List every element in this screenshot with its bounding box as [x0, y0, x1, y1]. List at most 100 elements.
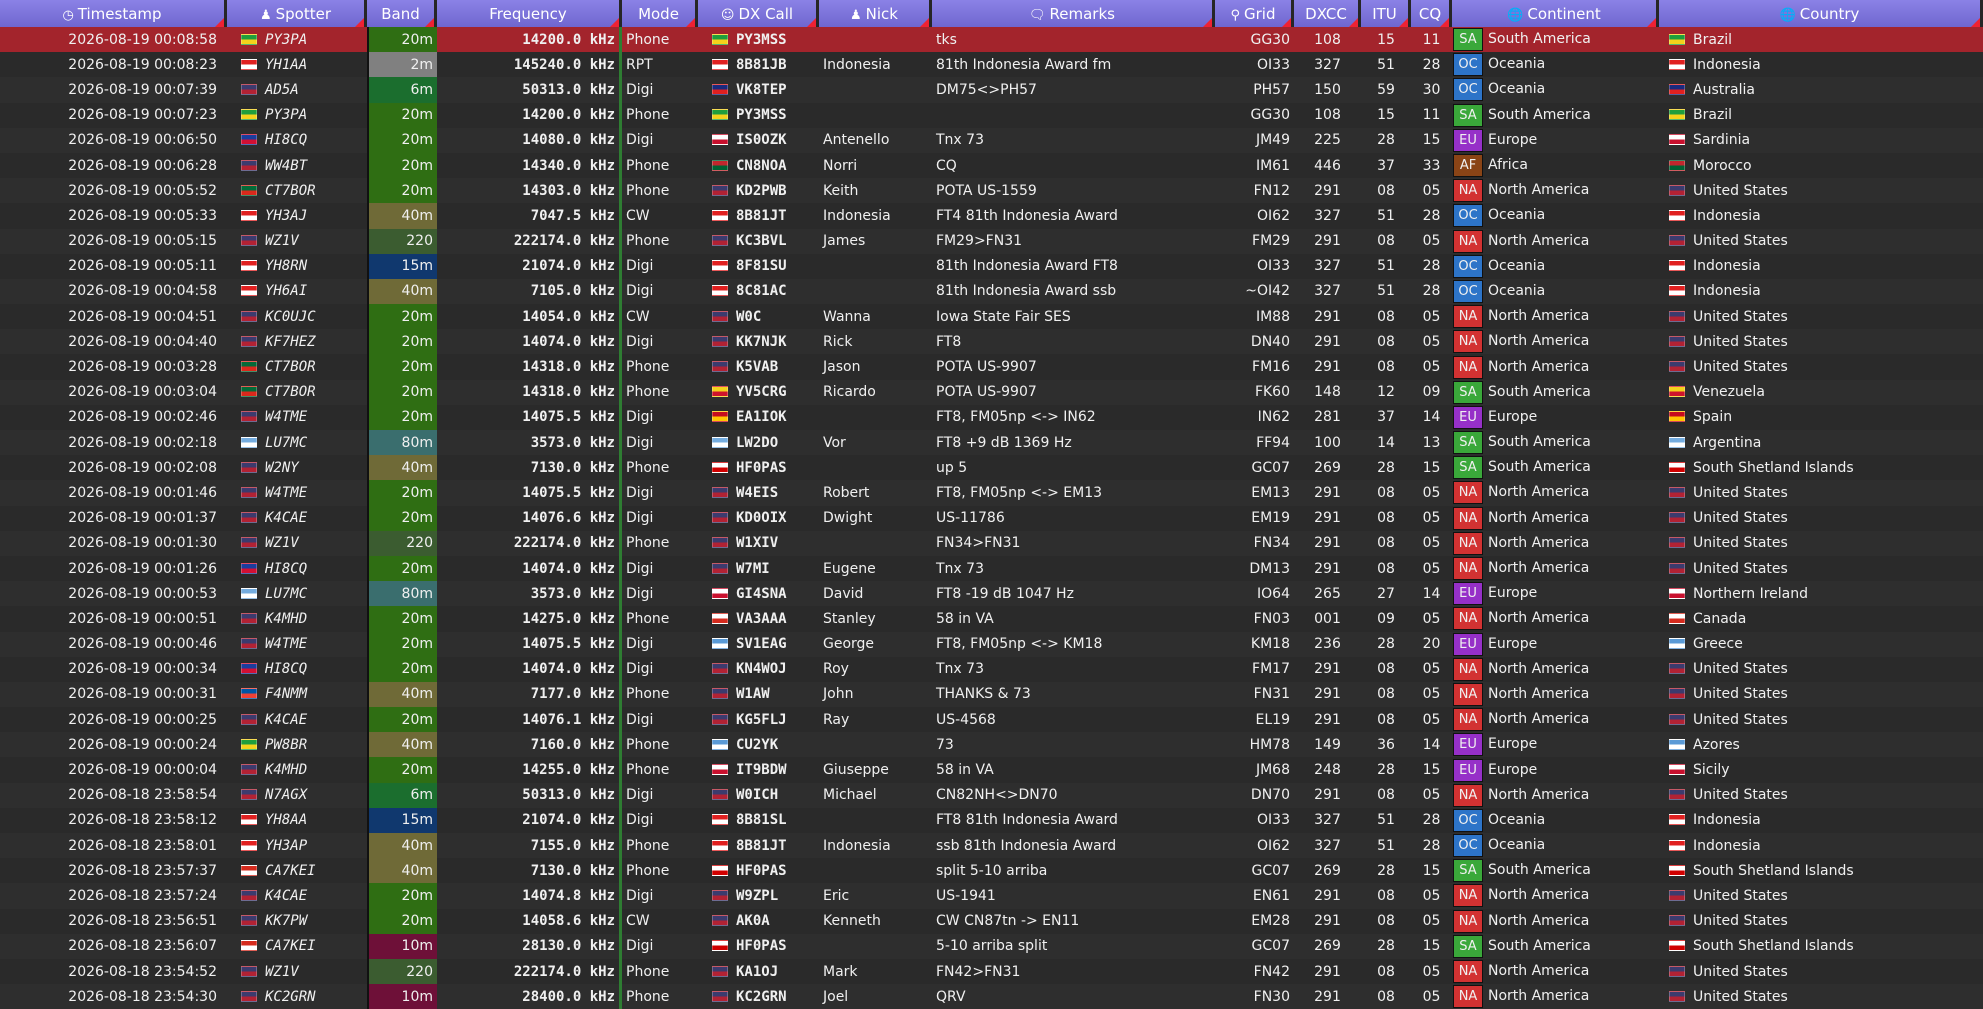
spotter-cell[interactable]: WW4BT: [227, 152, 367, 179]
col-nick[interactable]: ♟ Nick: [819, 0, 932, 27]
spotter-cell[interactable]: CT7BOR: [227, 379, 367, 405]
spotter-cell[interactable]: YH1AA: [227, 52, 367, 78]
table-row[interactable]: 2026-08-18 23:57:37 CA7KEI 40m 7130.0 kHz Ph…: [0, 858, 1983, 884]
spotter-cell[interactable]: CT7BOR: [227, 354, 367, 380]
table-row[interactable]: 2026-08-19 00:00:46 W4TME 20m 14075.5 kHz Di…: [0, 631, 1983, 657]
spotter-cell[interactable]: KF7HEZ: [227, 329, 367, 355]
col-frequency[interactable]: Frequency: [437, 0, 622, 27]
frequency-cell[interactable]: 14074.8 kHz: [437, 883, 622, 909]
dx-call-cell[interactable]: IT9BDW: [698, 757, 819, 783]
table-row[interactable]: 2026-08-19 00:01:26 HI8CQ 20m 14074.0 kHz Di…: [0, 555, 1983, 582]
dx-call-cell[interactable]: 8B81JT: [698, 203, 819, 229]
frequency-cell[interactable]: 28130.0 kHz: [437, 933, 622, 959]
frequency-cell[interactable]: 14303.0 kHz: [437, 178, 622, 204]
dx-call-cell[interactable]: KC2GRN: [698, 984, 819, 1009]
frequency-cell[interactable]: 7160.0 kHz: [437, 732, 622, 758]
table-row[interactable]: 2026-08-19 00:00:24 PW8BR 40m 7160.0 kHz Pho…: [0, 732, 1983, 758]
table-row[interactable]: 2026-08-19 00:05:52 CT7BOR 20m 14303.0 kHz P…: [0, 178, 1983, 204]
dx-call-cell[interactable]: CN8NOA: [698, 152, 819, 179]
frequency-cell[interactable]: 14340.0 kHz: [437, 152, 622, 179]
spotter-cell[interactable]: YH3AP: [227, 833, 367, 859]
table-row[interactable]: 2026-08-19 00:00:34 HI8CQ 20m 14074.0 kHz Di…: [0, 656, 1983, 682]
frequency-cell[interactable]: 14075.5 kHz: [437, 404, 622, 430]
spotter-cell[interactable]: HI8CQ: [227, 656, 367, 682]
spotter-cell[interactable]: YH3AJ: [227, 203, 367, 229]
dx-call-cell[interactable]: 8F81SU: [698, 253, 819, 279]
frequency-cell[interactable]: 14058.6 kHz: [437, 908, 622, 934]
spotter-cell[interactable]: PW8BR: [227, 732, 367, 758]
frequency-cell[interactable]: 7155.0 kHz: [437, 833, 622, 859]
table-row[interactable]: 2026-08-19 00:05:15 WZ1V 220 222174.0 kHz Ph…: [0, 228, 1983, 254]
spotter-cell[interactable]: HI8CQ: [227, 555, 367, 582]
spotter-cell[interactable]: K4MHD: [227, 757, 367, 783]
table-row[interactable]: 2026-08-18 23:54:30 KC2GRN 10m 28400.0 kHz P…: [0, 984, 1983, 1009]
frequency-cell[interactable]: 7105.0 kHz: [437, 278, 622, 305]
col-spotter[interactable]: ♟ Spotter: [227, 0, 367, 27]
frequency-cell[interactable]: 7130.0 kHz: [437, 858, 622, 884]
dx-call-cell[interactable]: 8B81SL: [698, 807, 819, 833]
table-row[interactable]: 2026-08-18 23:56:51 KK7PW 20m 14058.6 kHz CW…: [0, 908, 1983, 934]
col-mode[interactable]: Mode: [622, 0, 698, 27]
spotter-cell[interactable]: HI8CQ: [227, 127, 367, 153]
table-row[interactable]: 2026-08-19 00:01:37 K4CAE 20m 14076.6 kHz Di…: [0, 505, 1983, 531]
table-row[interactable]: 2026-08-19 00:08:58 PY3PA 20m 14200.0 kHz Ph…: [0, 27, 1983, 53]
table-row[interactable]: 2026-08-19 00:02:46 W4TME 20m 14075.5 kHz Di…: [0, 404, 1983, 430]
dx-call-cell[interactable]: LW2DO: [698, 430, 819, 456]
table-row[interactable]: 2026-08-19 00:00:51 K4MHD 20m 14275.0 kHz Ph…: [0, 606, 1983, 632]
dx-call-cell[interactable]: KC3BVL: [698, 228, 819, 254]
spotter-cell[interactable]: N7AGX: [227, 782, 367, 808]
col-continent[interactable]: 🌐 Continent: [1452, 0, 1659, 27]
dx-call-cell[interactable]: W4EIS: [698, 480, 819, 506]
table-row[interactable]: 2026-08-19 00:04:51 KC0UJC 20m 14054.0 kHz C…: [0, 304, 1983, 330]
dx-call-cell[interactable]: HF0PAS: [698, 455, 819, 481]
dx-call-cell[interactable]: YV5CRG: [698, 379, 819, 405]
frequency-cell[interactable]: 14318.0 kHz: [437, 354, 622, 380]
frequency-cell[interactable]: 28400.0 kHz: [437, 984, 622, 1009]
spotter-cell[interactable]: WZ1V: [227, 530, 367, 556]
spotter-cell[interactable]: WZ1V: [227, 958, 367, 985]
spotter-cell[interactable]: F4NMM: [227, 681, 367, 708]
table-row[interactable]: 2026-08-18 23:58:12 YH8AA 15m 21074.0 kHz Di…: [0, 807, 1983, 833]
frequency-cell[interactable]: 14054.0 kHz: [437, 304, 622, 330]
table-row[interactable]: 2026-08-19 00:06:28 WW4BT 20m 14340.0 kHz Ph…: [0, 152, 1983, 179]
frequency-cell[interactable]: 14200.0 kHz: [437, 27, 622, 53]
frequency-cell[interactable]: 14076.1 kHz: [437, 707, 622, 733]
spotter-cell[interactable]: LU7MC: [227, 581, 367, 607]
dx-call-cell[interactable]: GI4SNA: [698, 581, 819, 607]
dx-call-cell[interactable]: EA1IOK: [698, 404, 819, 430]
spotter-cell[interactable]: CA7KEI: [227, 933, 367, 959]
dx-call-cell[interactable]: PY3MSS: [698, 27, 819, 53]
table-row[interactable]: 2026-08-19 00:07:23 PY3PA 20m 14200.0 kHz Ph…: [0, 102, 1983, 128]
spotter-cell[interactable]: K4CAE: [227, 883, 367, 909]
col-cq[interactable]: CQ: [1411, 0, 1452, 27]
frequency-cell[interactable]: 7130.0 kHz: [437, 455, 622, 481]
frequency-cell[interactable]: 21074.0 kHz: [437, 807, 622, 833]
dx-call-cell[interactable]: W9ZPL: [698, 883, 819, 909]
frequency-cell[interactable]: 14080.0 kHz: [437, 127, 622, 153]
spotter-cell[interactable]: CA7KEI: [227, 858, 367, 884]
dx-call-cell[interactable]: 8B81JB: [698, 52, 819, 78]
dx-call-cell[interactable]: W1XIV: [698, 530, 819, 556]
table-row[interactable]: 2026-08-19 00:05:11 YH8RN 15m 21074.0 kHz Di…: [0, 253, 1983, 279]
frequency-cell[interactable]: 14075.5 kHz: [437, 631, 622, 657]
dx-call-cell[interactable]: KN4WOJ: [698, 656, 819, 682]
frequency-cell[interactable]: 14076.6 kHz: [437, 505, 622, 531]
dx-call-cell[interactable]: PY3MSS: [698, 102, 819, 128]
spotter-cell[interactable]: YH8AA: [227, 807, 367, 833]
spotter-cell[interactable]: K4MHD: [227, 606, 367, 632]
spotter-cell[interactable]: LU7MC: [227, 430, 367, 456]
table-row[interactable]: 2026-08-19 00:00:04 K4MHD 20m 14255.0 kHz Ph…: [0, 757, 1983, 783]
col-itu[interactable]: ITU: [1361, 0, 1411, 27]
spotter-cell[interactable]: W4TME: [227, 631, 367, 657]
table-row[interactable]: 2026-08-18 23:58:54 N7AGX 6m 50313.0 kHz Dig…: [0, 782, 1983, 808]
frequency-cell[interactable]: 14200.0 kHz: [437, 102, 622, 128]
frequency-cell[interactable]: 14318.0 kHz: [437, 379, 622, 405]
spotter-cell[interactable]: PY3PA: [227, 27, 367, 53]
dx-call-cell[interactable]: AK0A: [698, 908, 819, 934]
dx-call-cell[interactable]: VK8TEP: [698, 77, 819, 103]
dx-call-cell[interactable]: W1AW: [698, 681, 819, 708]
table-row[interactable]: 2026-08-19 00:04:58 YH6AI 40m 7105.0 kHz Dig…: [0, 278, 1983, 305]
frequency-cell[interactable]: 14074.0 kHz: [437, 555, 622, 582]
spotter-cell[interactable]: K4CAE: [227, 505, 367, 531]
table-row[interactable]: 2026-08-19 00:00:25 K4CAE 20m 14076.1 kHz Di…: [0, 707, 1983, 733]
